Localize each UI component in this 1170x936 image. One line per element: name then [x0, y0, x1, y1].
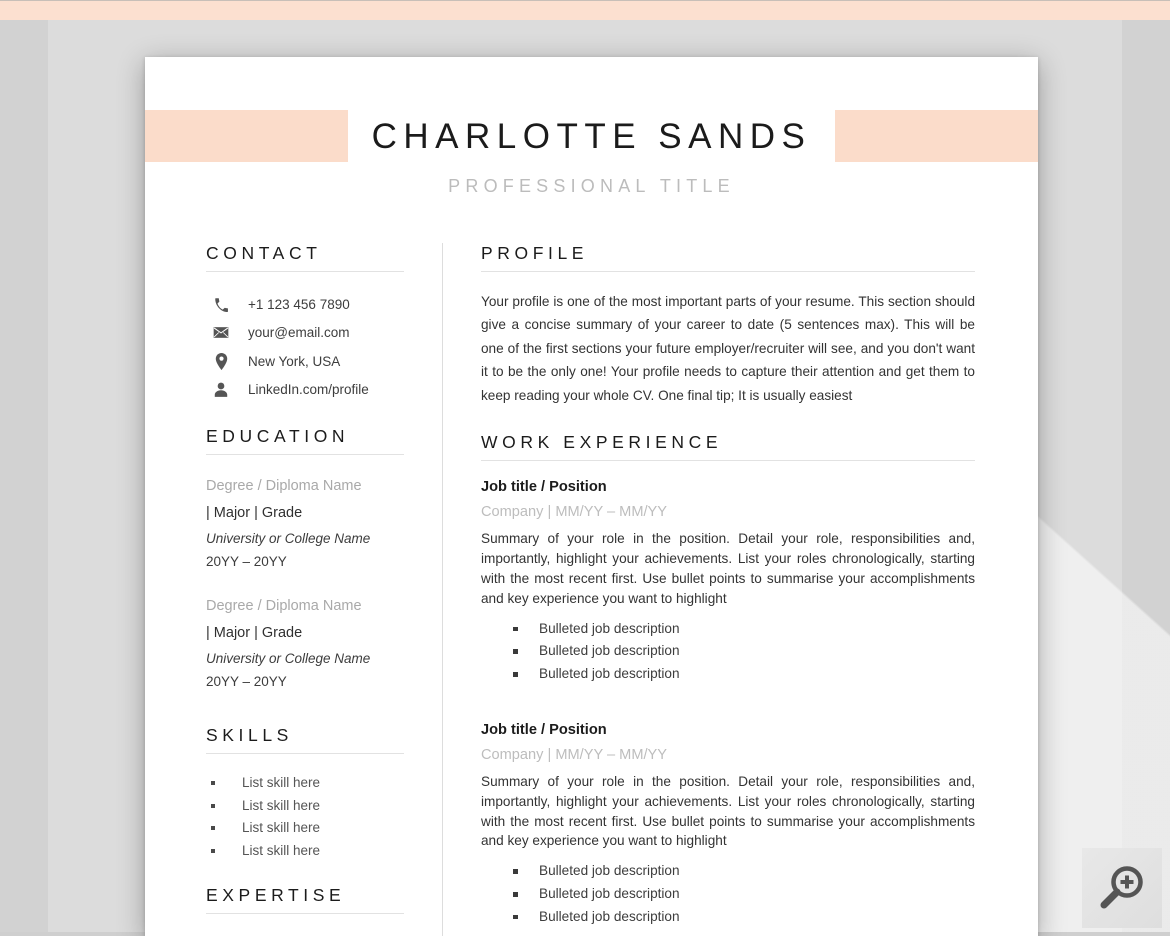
job-bullet: Bulleted job description — [481, 860, 975, 883]
skill-item: List skill here — [206, 817, 404, 840]
zoom-in-button[interactable] — [1082, 848, 1162, 928]
job-bullet-list: Bulleted job description Bulleted job de… — [481, 860, 975, 928]
education-dates: 20YY – 20YY — [206, 553, 287, 569]
contact-section: CONTACT +1 123 456 7890 your@email.com N… — [206, 225, 404, 404]
skills-section: SKILLS List skill here List skill here L… — [206, 713, 404, 862]
resume-header: CHARLOTTE SANDS PROFESSIONAL TITLE — [145, 57, 1038, 225]
skills-heading: SKILLS — [206, 725, 293, 746]
job-bullet: Bulleted job description — [481, 906, 975, 929]
profile-section: PROFILE Your profile is one of the most … — [481, 225, 975, 407]
education-section: EDUCATION Degree / Diploma Name | Major … — [206, 404, 404, 693]
skills-list: List skill here List skill here List ski… — [206, 772, 404, 862]
profile-heading: PROFILE — [481, 243, 589, 263]
contact-item-email[interactable]: your@email.com — [206, 319, 404, 348]
job-spacer — [481, 696, 975, 722]
job-entry: Job title / Position Company | MM/YY – M… — [481, 479, 975, 686]
expertise-section: EXPERTISE — [206, 863, 404, 914]
job-summary: Summary of your role in the position. De… — [481, 531, 975, 606]
phone-icon — [206, 297, 236, 312]
candidate-name: CHARLOTTE SANDS — [371, 117, 812, 156]
envelope-icon — [206, 326, 236, 339]
education-school: University or College Name — [206, 650, 371, 666]
sidebar-column: CONTACT +1 123 456 7890 your@email.com N… — [145, 225, 442, 936]
resume-body: CONTACT +1 123 456 7890 your@email.com N… — [145, 225, 1038, 936]
contact-list: +1 123 456 7890 your@email.com New York,… — [206, 290, 404, 404]
profile-heading-rule — [481, 271, 975, 272]
job-bullet: Bulleted job description — [481, 618, 975, 641]
education-major: | Major | Grade — [206, 624, 303, 641]
contact-heading-rule — [206, 271, 404, 272]
work-experience-section: WORK EXPERIENCE Job title / Position Com… — [481, 407, 975, 928]
contact-heading: CONTACT — [206, 243, 322, 263]
main-column: PROFILE Your profile is one of the most … — [443, 225, 1038, 936]
expertise-heading: EXPERTISE — [206, 884, 346, 905]
job-title: Job title / Position — [481, 479, 607, 496]
job-entry: Job title / Position Company | MM/YY – M… — [481, 722, 975, 929]
education-dates: 20YY – 20YY — [206, 673, 287, 689]
education-entry: Degree / Diploma Name | Major | Grade Un… — [206, 473, 404, 573]
education-degree: Degree / Diploma Name — [206, 598, 362, 615]
candidate-subtitle: PROFESSIONAL TITLE — [448, 176, 735, 196]
contact-email-text: your@email.com — [248, 325, 350, 341]
person-icon — [206, 382, 236, 398]
job-meta: Company | MM/YY – MM/YY — [481, 746, 667, 763]
education-heading-rule — [206, 454, 404, 455]
job-bullet-list: Bulleted job description Bulleted job de… — [481, 618, 975, 686]
contact-linkedin-text: LinkedIn.com/profile — [248, 382, 369, 398]
skill-item: List skill here — [206, 772, 404, 795]
magnifier-plus-icon — [1093, 859, 1151, 917]
education-major: | Major | Grade — [206, 504, 303, 521]
skills-heading-rule — [206, 753, 404, 755]
job-meta: Company | MM/YY – MM/YY — [481, 504, 667, 521]
education-school: University or College Name — [206, 530, 371, 546]
skill-item: List skill here — [206, 840, 404, 863]
job-bullet: Bulleted job description — [481, 640, 975, 663]
job-bullet: Bulleted job description — [481, 663, 975, 686]
education-degree: Degree / Diploma Name — [206, 478, 362, 494]
education-entry: Degree / Diploma Name | Major | Grade Un… — [206, 593, 404, 693]
resume-page: CHARLOTTE SANDS PROFESSIONAL TITLE CONTA… — [145, 57, 1038, 936]
location-pin-icon — [206, 352, 236, 370]
top-accent-strip — [0, 0, 1170, 20]
job-bullet: Bulleted job description — [481, 883, 975, 906]
contact-item-phone[interactable]: +1 123 456 7890 — [206, 290, 404, 319]
expertise-heading-rule — [206, 912, 404, 914]
profile-text: Your profile is one of the most importan… — [481, 294, 975, 403]
work-experience-heading: WORK EXPERIENCE — [481, 432, 723, 453]
job-title: Job title / Position — [481, 721, 607, 738]
job-summary: Summary of your role in the position. De… — [481, 773, 975, 849]
work-experience-heading-rule — [481, 460, 975, 462]
skill-item: List skill here — [206, 795, 404, 818]
contact-item-location[interactable]: New York, USA — [206, 347, 404, 376]
contact-location-text: New York, USA — [248, 353, 341, 369]
contact-item-linkedin[interactable]: LinkedIn.com/profile — [206, 376, 404, 405]
education-heading: EDUCATION — [206, 426, 350, 446]
contact-phone-text: +1 123 456 7890 — [248, 296, 350, 312]
